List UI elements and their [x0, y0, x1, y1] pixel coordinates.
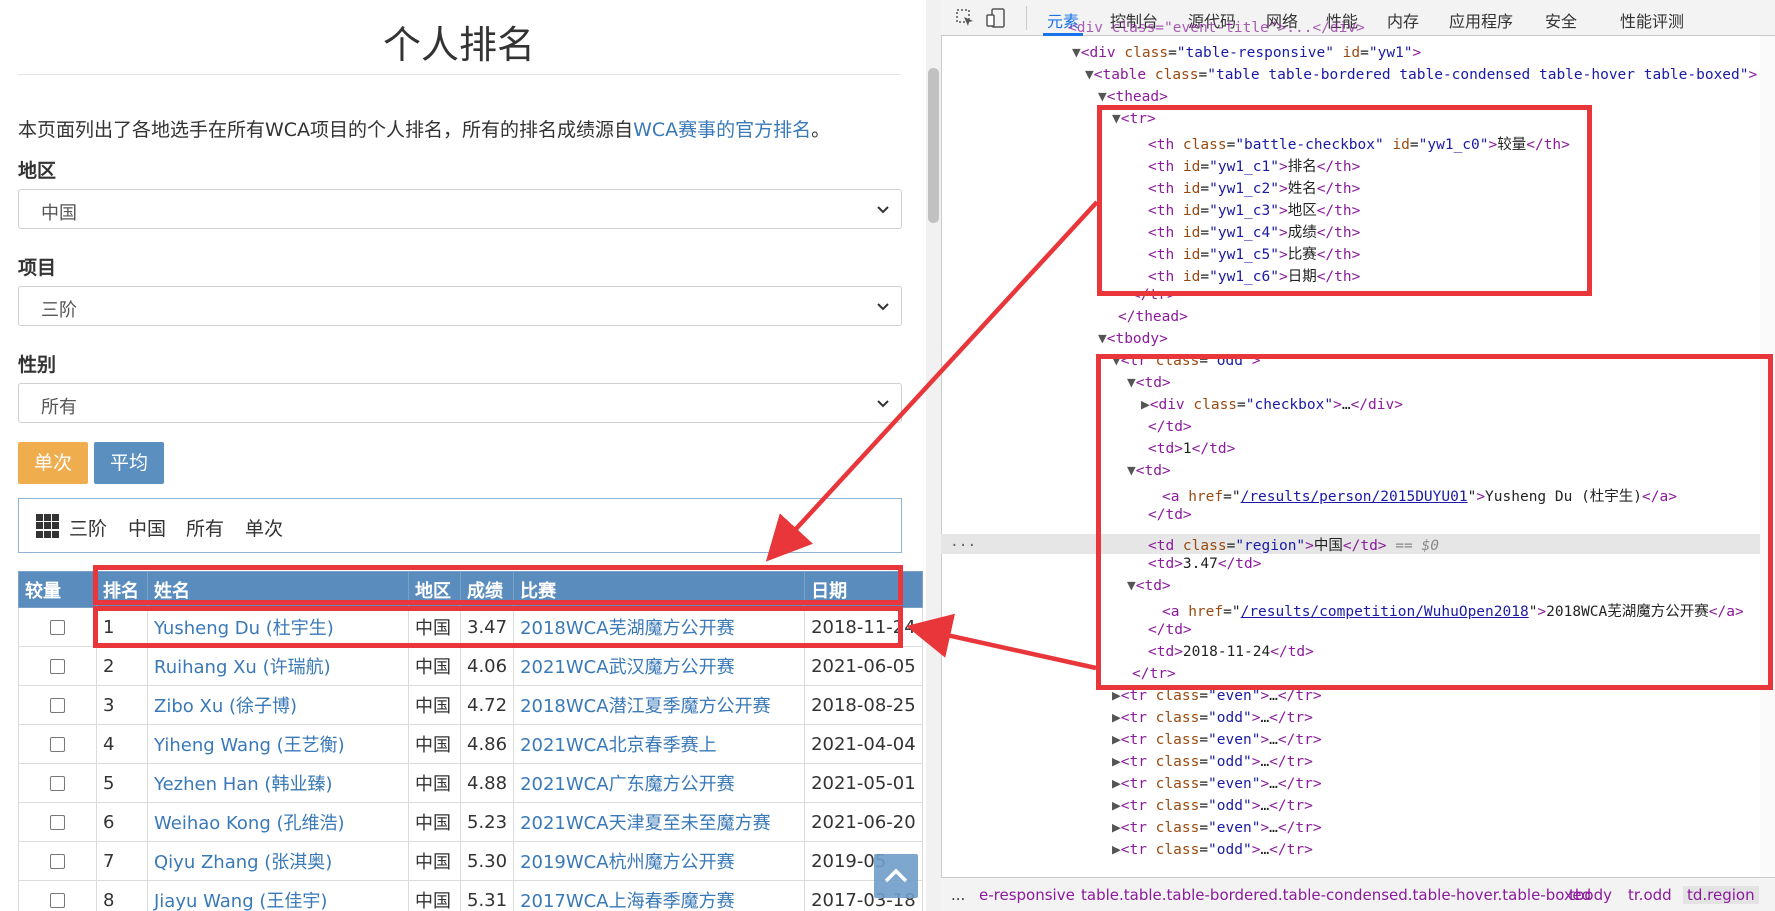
- arrow-to-header: [765, 200, 1099, 562]
- arrow-to-row: [906, 613, 1097, 671]
- annotation-arrows: [765, 200, 1099, 671]
